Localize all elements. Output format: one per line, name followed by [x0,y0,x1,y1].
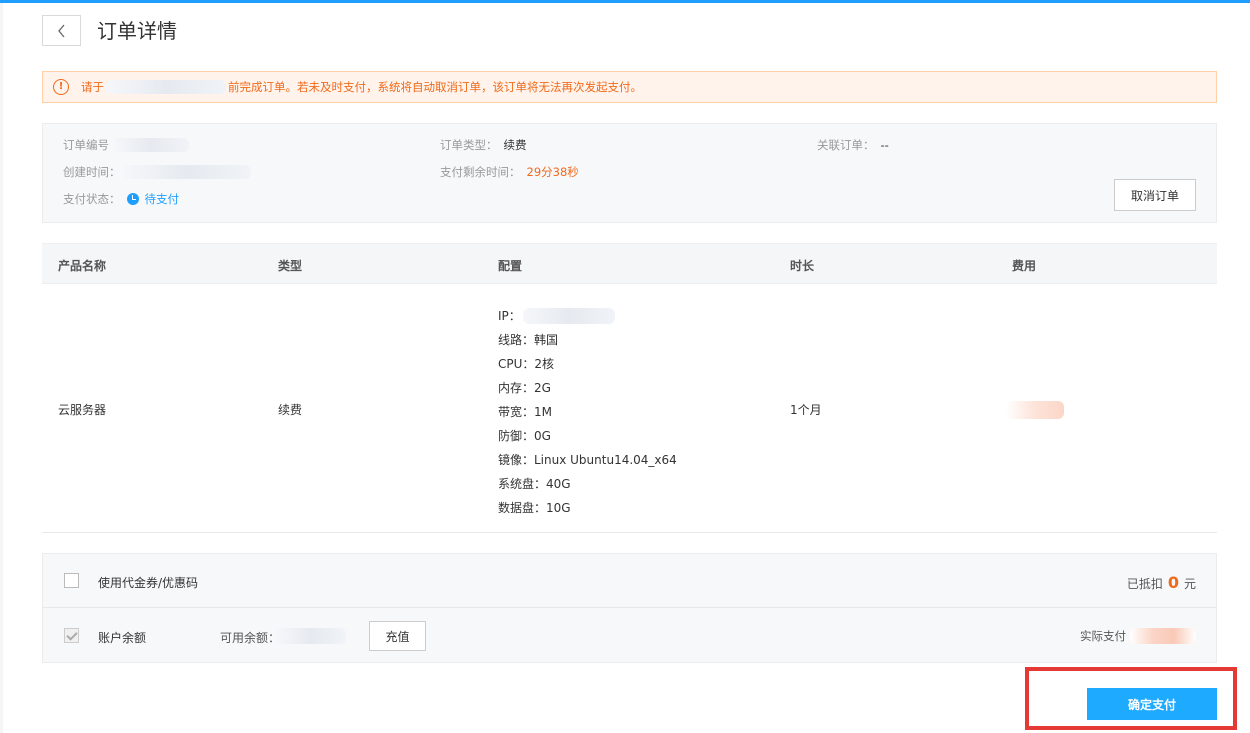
column-header-config: 配置 [498,259,523,273]
config-defense: 防御：0G [498,429,551,443]
pay-status: 支付状态： 待支付 [63,191,179,207]
redacted-balance [276,628,346,644]
config-cpu: CPU：2核 [498,357,555,371]
redacted-ip [522,308,615,324]
redacted-create-time [122,165,251,179]
balance-row: 账户余额 可用余额： 充值 实际支付 [43,608,1216,663]
order-info-panel: 订单编号 创建时间： 支付状态： 待支付 订单类型： 续费 支付剩余时间： 29… [42,123,1217,223]
create-time: 创建时间： [63,164,251,180]
recharge-button[interactable]: 充值 [369,621,426,651]
redacted-cost [1006,401,1064,419]
column-header-cost: 费用 [1012,259,1037,273]
config-ip-label: IP： [498,309,521,323]
order-type-value: 续费 [503,138,527,152]
coupon-row: 使用代金券/优惠码 已抵扣 0 元 [43,554,1216,608]
top-accent-bar [0,0,1250,3]
config-ip: IP： [498,304,677,328]
redacted-deadline [106,80,226,94]
clock-icon [126,193,139,205]
coupon-label: 使用代金券/优惠码 [98,576,199,590]
warning-icon: ! [53,79,69,95]
order-number-label: 订单编号 [63,138,109,152]
config-line: 线路：韩国 [498,333,559,347]
table-header: 产品名称 类型 配置 时长 费用 [42,243,1217,284]
payment-panel: 使用代金券/优惠码 已抵扣 0 元 账户余额 可用余额： 充值 实际支付 [42,553,1217,663]
config-data-disk: 数据盘：10G [498,501,571,515]
actual-payment: 实际支付 [1080,628,1196,644]
balance-label: 账户余额 [98,631,147,645]
redacted-order-number [113,138,189,152]
column-header-product: 产品名称 [58,259,107,273]
redacted-actual-amount [1130,628,1196,644]
remaining-time-value: 29分38秒 [526,165,579,179]
confirm-payment-button[interactable]: 确定支付 [1087,688,1217,720]
product-type: 续费 [278,403,303,417]
balance-checkbox[interactable] [64,628,79,643]
order-type-label: 订单类型： [440,138,498,152]
table-row: 云服务器 续费 IP： 线路：韩国 CPU：2核 内存：2G 带宽：1M 防御：… [42,284,1217,533]
create-time-label: 创建时间： [63,165,121,179]
coupon-checkbox[interactable] [64,573,79,588]
related-order-label: 关联订单： [817,138,875,152]
remaining-time: 支付剩余时间： 29分38秒 [440,164,579,180]
order-type: 订单类型： 续费 [440,137,527,153]
pay-status-text: 待支付 [144,192,180,206]
chevron-left-icon [57,24,64,37]
deducted-amount: 已抵扣 0 元 [1127,573,1196,592]
cancel-order-button[interactable]: 取消订单 [1114,179,1196,211]
remaining-time-label: 支付剩余时间： [440,165,521,179]
left-edge [0,3,3,733]
config-list: IP： 线路：韩国 CPU：2核 内存：2G 带宽：1M 防御：0G 镜像：Li… [498,304,677,520]
column-header-type: 类型 [278,259,303,273]
config-system-disk: 系统盘：40G [498,477,571,491]
deducted-value: 0 [1167,573,1179,592]
order-number: 订单编号 [63,137,189,153]
page-title: 订单详情 [97,19,177,43]
config-bandwidth: 带宽：1M [498,405,552,419]
column-header-duration: 时长 [790,259,815,273]
alert-prefix: 请于 [81,80,104,94]
pay-status-value: 待支付 [126,191,180,207]
actual-payment-label: 实际支付 [1080,629,1126,643]
related-order-value: -- [880,138,889,152]
available-balance-label: 可用余额： [220,631,281,645]
product-name: 云服务器 [58,403,107,417]
deducted-unit: 元 [1183,577,1196,591]
config-memory: 内存：2G [498,381,551,395]
back-button[interactable] [42,15,81,46]
config-image: 镜像：Linux Ubuntu14.04_x64 [498,453,677,467]
deadline-alert: ! 请于 前完成订单。若未及时支付，系统将自动取消订单，该订单将无法再次发起支付… [42,71,1217,103]
alert-message: 前完成订单。若未及时支付，系统将自动取消订单，该订单将无法再次发起支付。 [228,80,642,94]
deducted-label: 已抵扣 [1126,577,1163,591]
duration: 1个月 [790,403,822,417]
related-order: 关联订单： -- [817,137,889,153]
pay-status-label: 支付状态： [63,192,121,206]
